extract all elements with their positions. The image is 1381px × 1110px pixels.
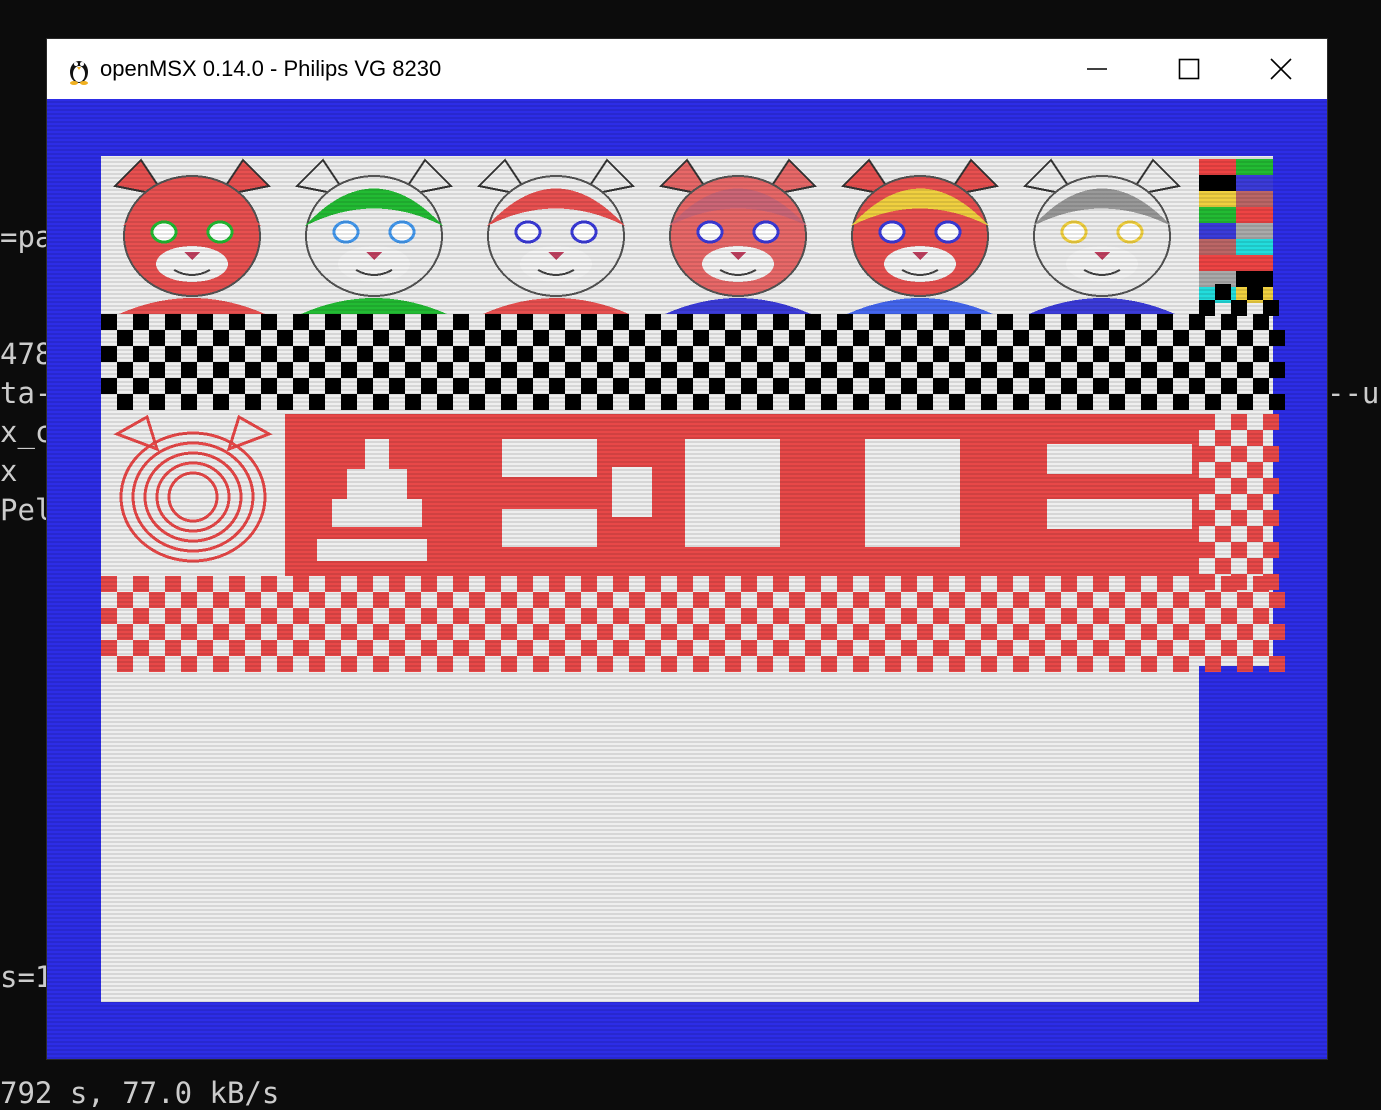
- palette-swatch: [1236, 223, 1273, 239]
- red-fox-portrait: [101, 156, 283, 314]
- palette-swatch: [1236, 159, 1273, 175]
- palette-swatch: [1236, 191, 1273, 207]
- eye-left: [696, 220, 724, 244]
- muzzle: [702, 246, 774, 282]
- terminal-line: --us: [1327, 376, 1381, 410]
- terminal-line: x_c: [0, 415, 53, 449]
- terminal-line: Pel: [0, 493, 53, 527]
- maximize-button[interactable]: [1143, 39, 1235, 99]
- banner-letter-block: [332, 499, 422, 527]
- eye-left: [332, 220, 360, 244]
- palette-swatch: [1199, 191, 1236, 207]
- red-title-banner: [285, 414, 1199, 576]
- maximize-icon: [1178, 58, 1200, 80]
- green-cap-cat-portrait: [283, 156, 465, 314]
- palette-swatch: [1236, 207, 1273, 223]
- banner-letter-block: [685, 439, 780, 547]
- eye-left: [150, 220, 178, 244]
- palette-swatch: [1199, 223, 1236, 239]
- screen-content: [101, 156, 1285, 1002]
- empty-area: [101, 666, 1199, 1002]
- terminal-line: s=1: [0, 960, 53, 994]
- eye-right: [388, 220, 416, 244]
- emulator-screen[interactable]: [47, 99, 1327, 1059]
- emulator-window: openMSX 0.14.0 - Philips VG 8230: [47, 39, 1327, 1059]
- eye-right: [570, 220, 598, 244]
- eye-left: [878, 220, 906, 244]
- muzzle: [884, 246, 956, 282]
- muzzle: [520, 246, 592, 282]
- muzzle: [338, 246, 410, 282]
- close-button[interactable]: [1235, 39, 1327, 99]
- eye-right: [206, 220, 234, 244]
- muzzle: [1066, 246, 1138, 282]
- terminal-line: 792 s, 77.0 kB/s: [0, 1076, 280, 1110]
- banner-letter-block: [502, 439, 597, 477]
- palette-swatch: [1236, 239, 1273, 255]
- banner-letter-block: [317, 539, 427, 561]
- close-icon: [1270, 58, 1292, 80]
- palette-swatch: [1199, 159, 1236, 175]
- banner-letter-block: [1047, 499, 1192, 529]
- eye-right: [934, 220, 962, 244]
- terminal-line: x: [0, 454, 18, 488]
- palette-swatch: [1199, 255, 1236, 271]
- palette-swatch: [1199, 239, 1236, 255]
- palette-swatch: [1236, 255, 1273, 271]
- banner-letter-block: [865, 439, 960, 547]
- eye-left: [514, 220, 542, 244]
- palette-swatch: [1236, 175, 1273, 191]
- palette-swatch: [1199, 207, 1236, 223]
- terminal-line: 478: [0, 337, 53, 371]
- eye-right: [1116, 220, 1144, 244]
- terminal-line: =pa: [0, 220, 53, 254]
- banner-letter-block: [1047, 444, 1192, 474]
- grey-hair-cat-portrait: [1011, 156, 1193, 314]
- blonde-cat-portrait: [829, 156, 1011, 314]
- terminal-line: ta-: [0, 376, 53, 410]
- banner-letter-block: [612, 467, 652, 517]
- banner-letter-block: [347, 469, 407, 499]
- banner-letter-block: [365, 439, 389, 469]
- palette-swatch: [1199, 175, 1236, 191]
- eye-right: [752, 220, 780, 244]
- title-bar[interactable]: openMSX 0.14.0 - Philips VG 8230: [47, 39, 1327, 99]
- lineart-portrait: [101, 414, 285, 576]
- minimize-button[interactable]: [1051, 39, 1143, 99]
- red-hair-cat-portrait: [465, 156, 647, 314]
- pink-cat-portrait: [647, 156, 829, 314]
- muzzle: [156, 246, 228, 282]
- window-title: openMSX 0.14.0 - Philips VG 8230: [100, 56, 442, 81]
- penguin-icon: [70, 61, 88, 85]
- banner-letter-block: [502, 509, 597, 547]
- eye-left: [1060, 220, 1088, 244]
- minimize-icon: [1087, 68, 1107, 70]
- msx-display: [101, 156, 1285, 1002]
